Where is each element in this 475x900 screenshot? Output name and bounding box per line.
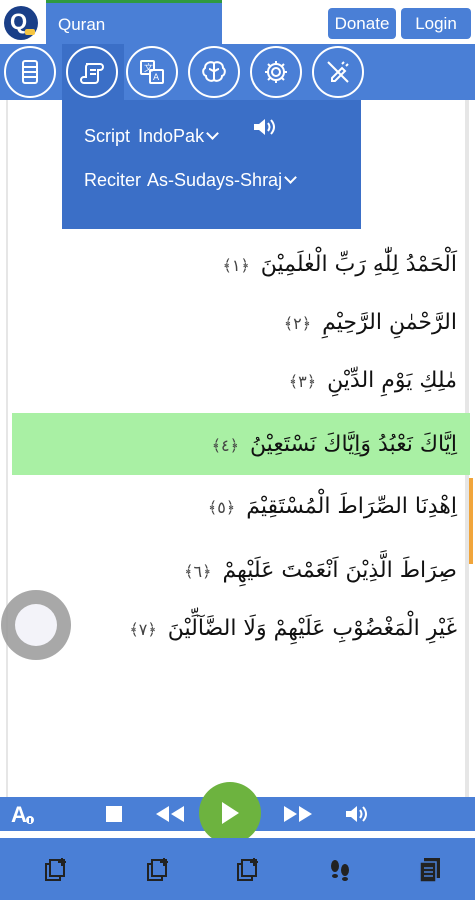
reciter-row[interactable]: Reciter As-Sudays-Shraj <box>84 170 297 191</box>
verse-number: ﴿٣﴾ <box>288 372 317 391</box>
reciter-select[interactable]: As-Sudays-Shraj <box>147 170 297 190</box>
verse-number: ﴿٤﴾ <box>211 436 239 455</box>
translate-icon[interactable]: 文 A <box>126 46 178 98</box>
script-settings-popup: Script IndoPak Reciter As-Sudays-Shraj <box>62 100 361 229</box>
app-title: Quran <box>58 15 106 34</box>
play-icon <box>222 802 239 824</box>
play-button[interactable] <box>199 782 261 844</box>
verse-1[interactable]: اَلْحَمْدُ لِلّٰهِ رَبِّ الْعٰلَمِيْنَ ﴿… <box>222 252 457 277</box>
verse-text: صِرَاطَ الَّذِيْنَ اَنْعَمْتَ عَلَيْهِمْ <box>222 558 458 583</box>
floating-button-inner <box>15 604 57 646</box>
chevron-down-icon <box>284 171 297 184</box>
verse-number: ﴿٥﴾ <box>207 498 236 517</box>
rewind-icon[interactable] <box>154 802 186 826</box>
chevron-down-icon <box>206 127 219 140</box>
logo-book-icon <box>25 29 35 35</box>
floating-assistive-button[interactable] <box>1 590 71 660</box>
list-icon[interactable] <box>4 46 56 98</box>
script-value: IndoPak <box>138 126 205 146</box>
script-select[interactable]: IndoPak <box>138 126 219 146</box>
verse-5[interactable]: اِهْدِنَا الصِّرَاطَ الْمُسْتَقِيْمَ ﴿٥﴾ <box>208 494 457 519</box>
scroll-marker[interactable] <box>469 478 473 564</box>
verse-4[interactable]: اِيَّاكَ نَعْبُدُ وَاِيَّاكَ نَسْتَعِيْن… <box>212 432 457 457</box>
verse-text: اَلْحَمْدُ لِلّٰهِ رَبِّ الْعٰلَمِيْنَ <box>260 252 457 277</box>
verse-text: غَيْرِ الْمَغْضُوْبِ عَلَيْهِمْ وَلَا ال… <box>167 616 457 641</box>
verse-text: مٰلِكِ يَوْمِ الدِّيْنِ <box>327 368 457 393</box>
verse-2[interactable]: الرَّحْمٰنِ الرَّحِيْمِ ﴿٢﴾ <box>284 310 457 335</box>
bookmark-add-icon-2[interactable] <box>144 856 172 882</box>
brain-icon[interactable] <box>188 46 240 98</box>
app-root: Q Quran Donate Login 文 A اَلْحَمْدُ لِلّ… <box>0 0 475 900</box>
bottom-navigation <box>0 838 475 900</box>
verse-text: اِهْدِنَا الصِّرَاطَ الْمُسْتَقِيْمَ <box>246 494 457 519</box>
script-icon[interactable] <box>66 46 118 98</box>
reciter-label: Reciter <box>84 170 142 190</box>
bookmark-add-icon[interactable] <box>42 856 70 882</box>
donate-button[interactable]: Donate <box>328 8 396 39</box>
footprints-icon[interactable] <box>326 856 354 882</box>
volume-icon[interactable] <box>344 802 370 826</box>
app-logo: Q <box>4 6 38 40</box>
verse-number: ﴿٢﴾ <box>283 314 312 333</box>
verse-7[interactable]: غَيْرِ الْمَغْضُوْبِ عَلَيْهِمْ وَلَا ال… <box>129 616 457 641</box>
script-label: Script <box>84 126 131 146</box>
app-title-tab[interactable]: Quran <box>46 0 222 44</box>
script-row[interactable]: Script IndoPak <box>84 126 219 147</box>
reciter-value: As-Sudays-Shraj <box>147 170 283 190</box>
verse-number: ﴿١﴾ <box>222 256 250 275</box>
verse-number: ﴿٦﴾ <box>184 562 212 581</box>
svg-text:文: 文 <box>144 62 153 74</box>
fast-forward-icon[interactable] <box>282 802 314 826</box>
no-edit-icon[interactable] <box>312 46 364 98</box>
gear-icon[interactable] <box>250 46 302 98</box>
login-button[interactable]: Login <box>401 8 471 39</box>
verse-3[interactable]: مٰلِكِ يَوْمِ الدِّيْنِ ﴿٣﴾ <box>289 368 457 393</box>
font-size-icon[interactable]: A <box>10 802 36 826</box>
top-bar: Q Quran Donate Login <box>0 0 475 44</box>
stop-icon[interactable] <box>104 802 124 826</box>
svg-text:A: A <box>11 802 27 826</box>
speaker-icon[interactable] <box>252 116 278 138</box>
tool-bar: 文 A <box>0 44 475 100</box>
verse-text: الرَّحْمٰنِ الرَّحِيْمِ <box>322 310 457 335</box>
bookmark-add-icon-3[interactable] <box>234 856 262 882</box>
notes-icon[interactable] <box>416 856 444 882</box>
verse-6[interactable]: صِرَاطَ الَّذِيْنَ اَنْعَمْتَ عَلَيْهِمْ… <box>184 558 457 583</box>
svg-text:A: A <box>153 73 160 83</box>
verse-text: اِيَّاكَ نَعْبُدُ وَاِيَّاكَ نَسْتَعِيْن… <box>249 432 457 457</box>
verse-number: ﴿٧﴾ <box>129 620 157 639</box>
